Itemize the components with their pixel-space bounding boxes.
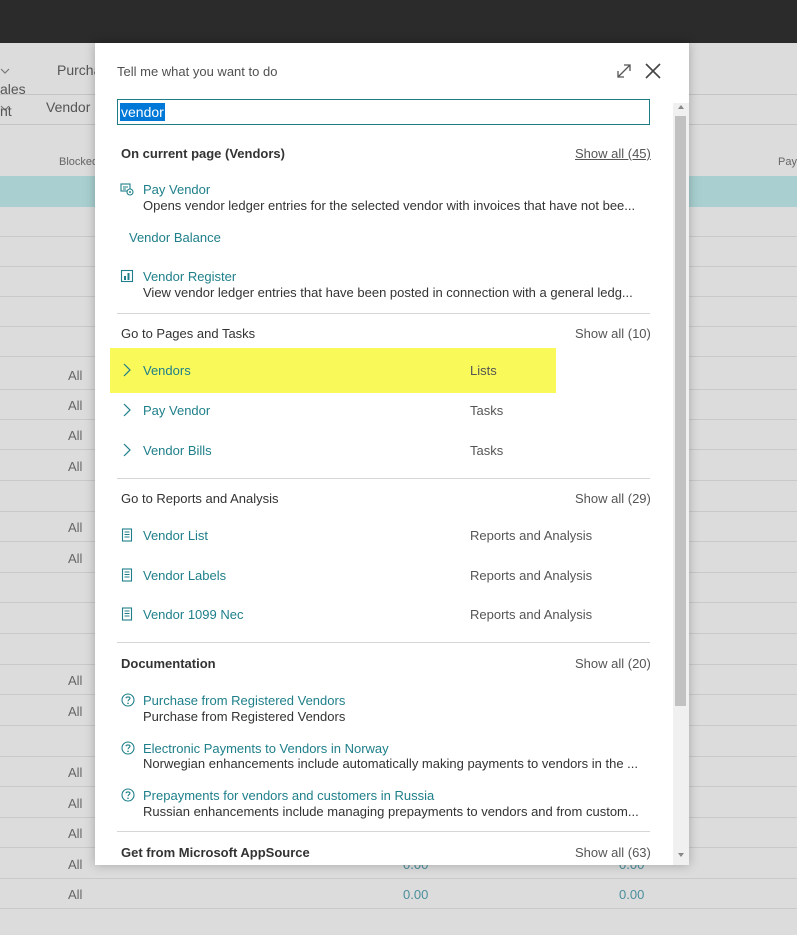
result-category: Reports and Analysis (470, 607, 593, 622)
result-pay-vendor-action[interactable]: Pay Vendor (143, 182, 210, 197)
result-doc-electronic-payments-norway[interactable]: Electronic Payments to Vendors in Norway (143, 741, 389, 756)
section-title-reports: Go to Reports and Analysis (121, 491, 279, 506)
result-category: Tasks (470, 403, 504, 418)
nav-item-sales[interactable]: ales (0, 62, 26, 97)
result-description: Purchase from Registered Vendors (143, 709, 346, 724)
chevron-right-icon (123, 443, 131, 457)
blocked-cell: All (68, 551, 83, 566)
scroll-up-arrow[interactable] (678, 105, 684, 109)
result-vendor-labels[interactable]: Vendor Labels (143, 568, 226, 583)
result-description: Norwegian enhancements include automatic… (143, 756, 638, 771)
chevron-right-icon (123, 403, 131, 417)
dialog-title: Tell me what you want to do (117, 64, 278, 79)
scrollbar-thumb[interactable] (675, 116, 686, 706)
table-row[interactable]: All 0.00 0.00 (0, 879, 797, 909)
blocked-cell: All (68, 673, 83, 688)
show-all-current-page-link[interactable]: Show all (45) (575, 146, 651, 161)
section-divider (117, 642, 650, 643)
result-category: Reports and Analysis (470, 528, 593, 543)
column-header-payment[interactable]: Paym (778, 156, 797, 168)
amount-cell[interactable]: 0.00 (619, 887, 644, 902)
scroll-down-arrow[interactable] (678, 853, 684, 857)
result-description: Opens vendor ledger entries for the sele… (143, 198, 636, 213)
result-vendor-balance[interactable]: Vendor Balance (129, 230, 221, 245)
tell-me-dialog: Tell me what you want to do vendor On cu… (95, 43, 689, 865)
action-item-payment[interactable]: nt (0, 99, 12, 119)
blocked-cell: All (68, 459, 83, 474)
document-icon (121, 568, 133, 582)
result-category: Tasks (470, 443, 504, 458)
help-icon (121, 693, 135, 707)
blocked-cell: All (68, 398, 83, 413)
blocked-cell: All (68, 857, 83, 872)
report-icon (120, 269, 134, 283)
show-all-reports-link[interactable]: Show all (29) (575, 491, 651, 506)
section-title-appsource: Get from Microsoft AppSource (121, 845, 310, 860)
document-icon (121, 607, 133, 621)
show-all-documentation-link[interactable]: Show all (20) (575, 656, 651, 671)
amount-cell[interactable]: 0.00 (403, 887, 428, 902)
show-all-appsource-link[interactable]: Show all (63) (575, 845, 651, 860)
section-title-documentation: Documentation (121, 656, 216, 671)
result-vendor-1099-nec[interactable]: Vendor 1099 Nec (143, 607, 243, 622)
result-category: Lists (470, 363, 497, 378)
expand-icon[interactable] (615, 62, 633, 80)
blocked-cell: All (68, 520, 83, 535)
result-category: Reports and Analysis (470, 568, 593, 583)
blocked-cell: All (68, 826, 83, 841)
section-title-current-page: On current page (Vendors) (121, 146, 285, 161)
blocked-cell: All (68, 704, 83, 719)
help-icon (121, 788, 135, 802)
result-description: Russian enhancements include managing pr… (143, 804, 639, 819)
result-pay-vendor-task[interactable]: Pay Vendor (143, 403, 210, 418)
blocked-cell: All (68, 765, 83, 780)
app-top-bar (0, 0, 797, 43)
result-vendors-page[interactable]: Vendors (143, 363, 191, 378)
blocked-cell: All (68, 887, 83, 902)
result-description: View vendor ledger entries that have bee… (143, 285, 633, 300)
blocked-cell: All (68, 368, 83, 383)
result-vendor-register[interactable]: Vendor Register (143, 269, 236, 284)
action-item-vendor[interactable]: Vendor (46, 99, 90, 115)
action-icon (120, 183, 134, 196)
chevron-right-icon (123, 363, 131, 377)
column-header-blocked[interactable]: Blocked (59, 156, 98, 168)
section-divider (117, 831, 650, 832)
blocked-cell: All (68, 428, 83, 443)
result-doc-prepayments-russia[interactable]: Prepayments for vendors and customers in… (143, 788, 434, 803)
show-all-pages-tasks-link[interactable]: Show all (10) (575, 326, 651, 341)
help-icon (121, 741, 135, 755)
result-vendor-list[interactable]: Vendor List (143, 528, 208, 543)
result-vendor-bills[interactable]: Vendor Bills (143, 443, 212, 458)
section-title-pages-tasks: Go to Pages and Tasks (121, 326, 256, 341)
section-divider (117, 478, 650, 479)
blocked-cell: All (68, 796, 83, 811)
document-icon (121, 528, 133, 542)
result-doc-registered-vendors[interactable]: Purchase from Registered Vendors (143, 693, 345, 708)
section-divider (117, 313, 650, 314)
search-input[interactable] (117, 99, 650, 125)
close-icon[interactable] (644, 62, 662, 80)
